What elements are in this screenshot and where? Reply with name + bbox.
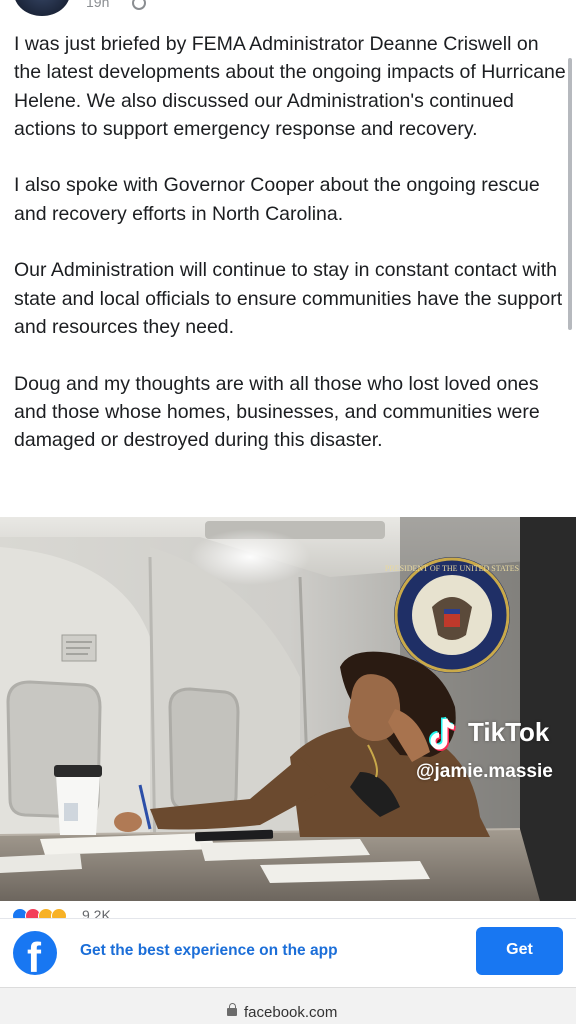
seal-text: PRESIDENT OF THE UNITED STATES — [385, 564, 519, 573]
post-paragraph: I was just briefed by FEMA Administrator… — [14, 33, 566, 140]
tiktok-logo-icon — [429, 716, 456, 751]
post-paragraph: Doug and my thoughts are with all those … — [14, 372, 540, 452]
coffee-cup — [54, 765, 102, 835]
globe-icon — [132, 0, 146, 10]
app-banner-message[interactable]: Get the best experience on the app — [80, 942, 338, 960]
get-app-button[interactable]: Get — [476, 927, 563, 975]
avatar[interactable] — [14, 0, 70, 16]
post-photo[interactable]: PRESIDENT OF THE UNITED STATES TikTok @j… — [0, 517, 576, 901]
facebook-logo-letter: f — [27, 934, 41, 975]
post-paragraph: Our Administration will continue to stay… — [14, 259, 563, 338]
browser-url-bar[interactable]: facebook.com — [0, 987, 576, 1024]
reaction-summary[interactable]: 9.2K — [12, 906, 172, 918]
reaction-count[interactable]: 9.2K — [82, 907, 111, 918]
tiktok-brand: TikTok — [468, 717, 550, 747]
photo-illustration: PRESIDENT OF THE UNITED STATES — [0, 517, 576, 901]
url-text[interactable]: facebook.com — [244, 1004, 337, 1021]
post-header: 19h — [0, 0, 576, 22]
lock-icon — [227, 1003, 237, 1016]
tiktok-handle: @jamie.massie — [416, 761, 553, 782]
facebook-logo-icon: f — [13, 931, 57, 975]
post-timestamp[interactable]: 19h — [86, 0, 109, 10]
post-paragraph: I also spoke with Governor Cooper about … — [14, 174, 540, 225]
open-app-banner: f Get the best experience on the app Get — [0, 918, 576, 986]
post-text: I was just briefed by FEMA Administrator… — [14, 30, 570, 483]
sad-reaction-icon — [51, 908, 67, 918]
